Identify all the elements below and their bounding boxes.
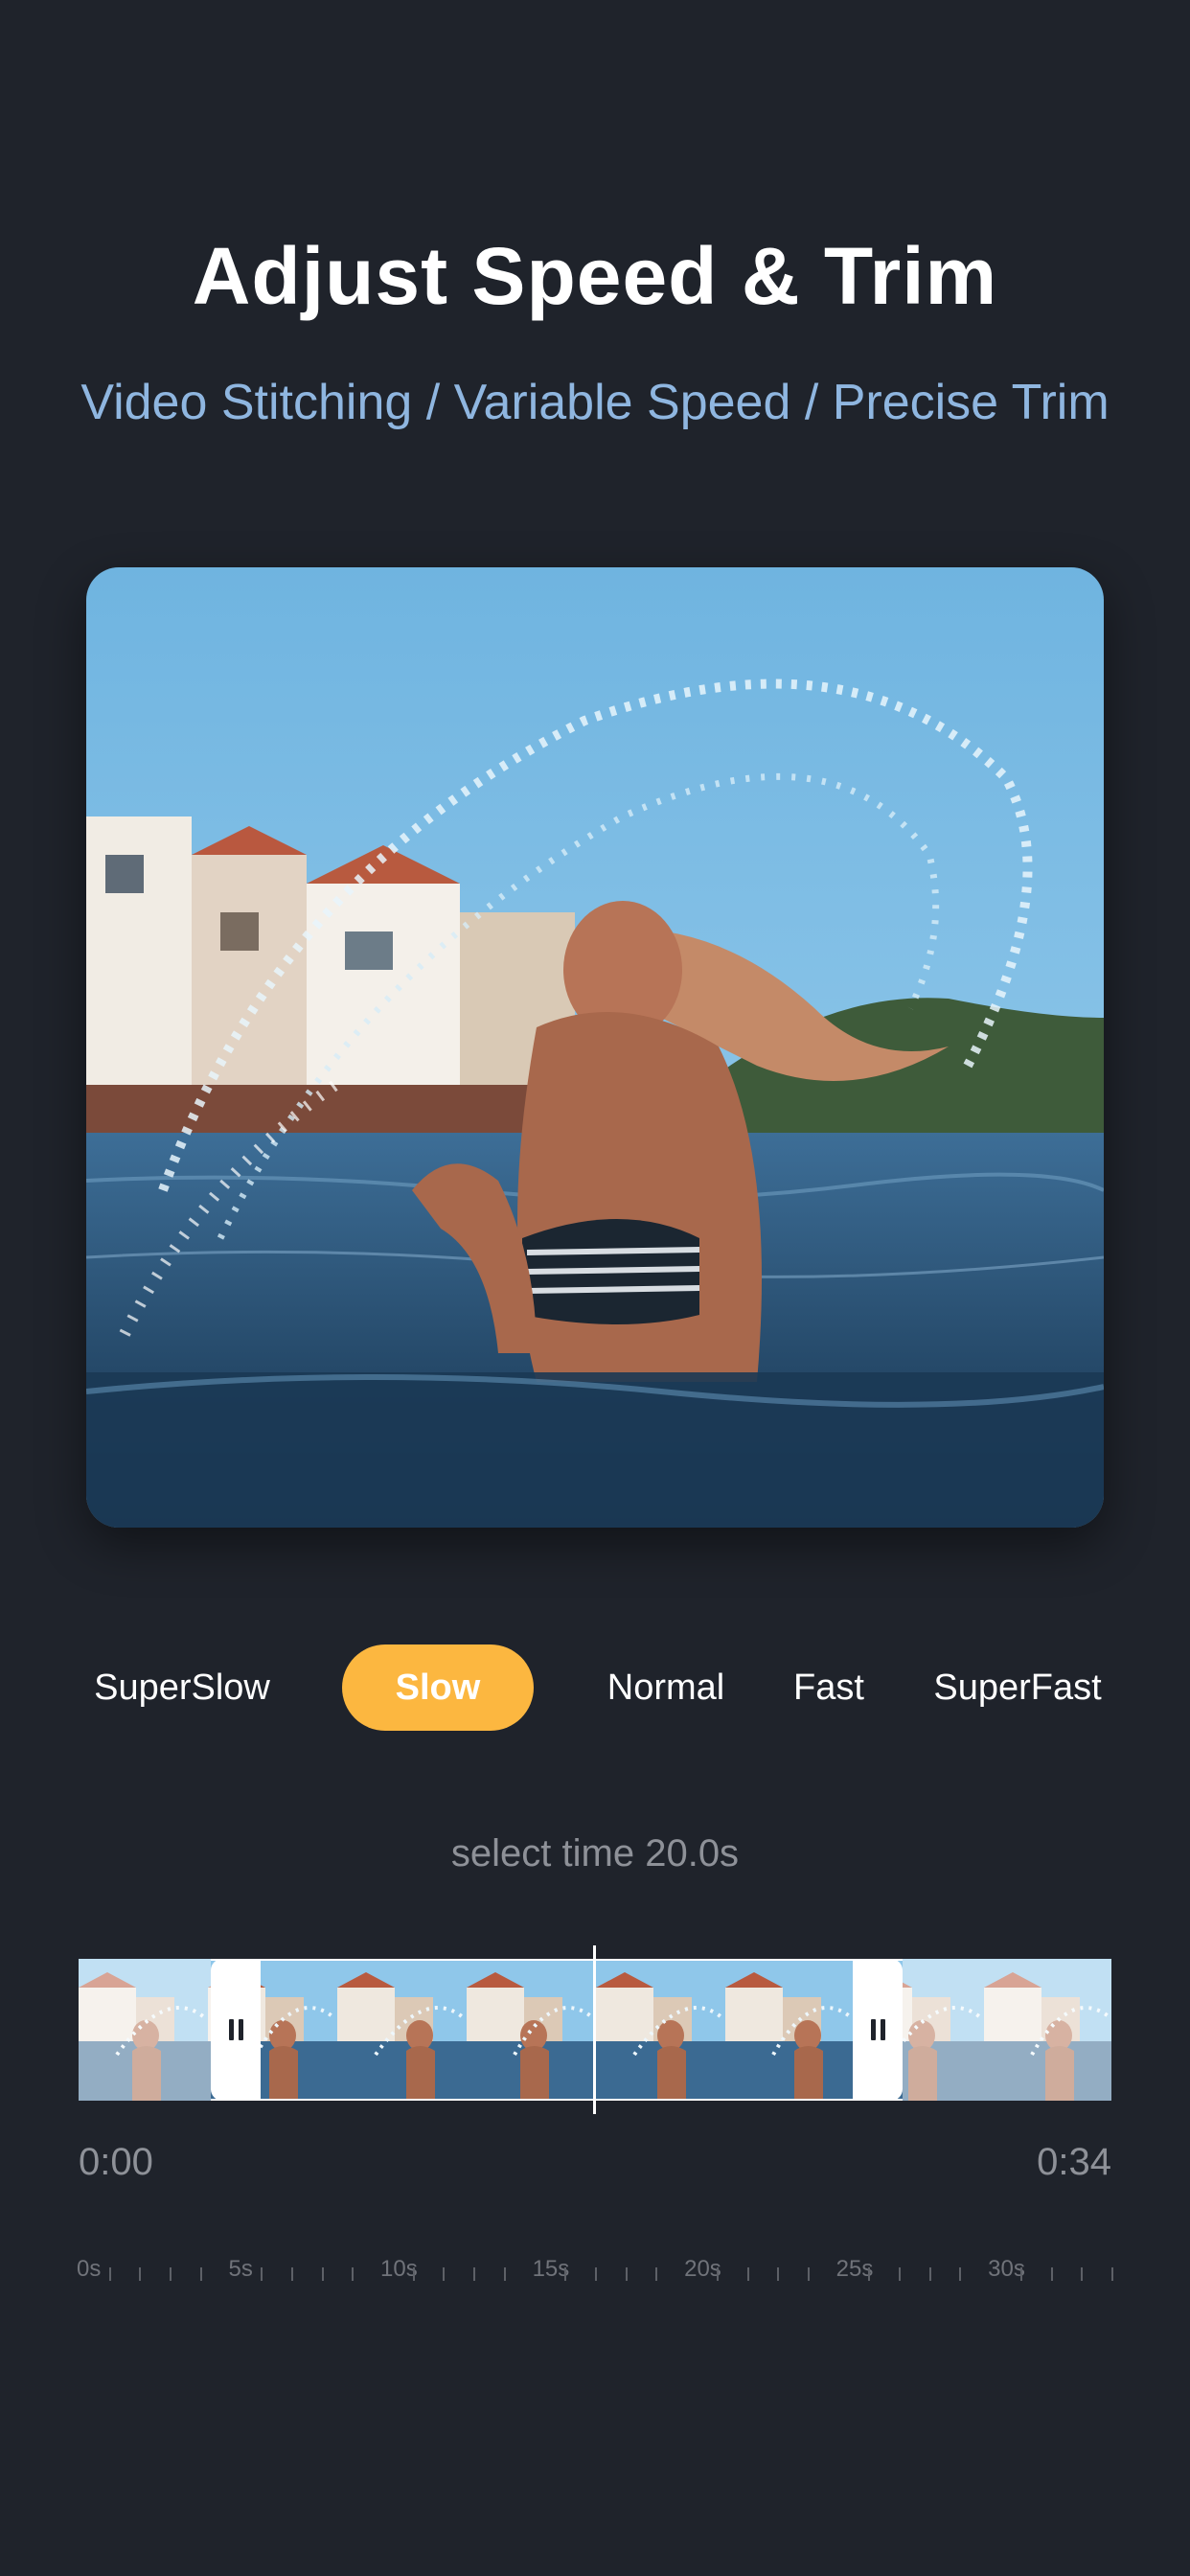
ruler-tick (595, 2267, 597, 2281)
video-preview[interactable] (86, 567, 1104, 1528)
ruler-tick (199, 2267, 202, 2281)
speed-option-superfast[interactable]: SuperFast (922, 1644, 1113, 1731)
ruler-tick (1081, 2267, 1084, 2281)
ruler-tick (959, 2267, 962, 2281)
start-time: 0:00 (79, 2141, 153, 2183)
ruler-tick (412, 2267, 415, 2281)
ruler-tick (655, 2267, 658, 2281)
ruler-label: 0s (77, 2256, 102, 2282)
ruler-tick (807, 2267, 810, 2281)
ruler-tick (290, 2267, 293, 2281)
ruler-label: 5s (228, 2256, 253, 2282)
preview-image (86, 567, 1104, 1528)
ruler-tick (261, 2267, 263, 2281)
ruler-tick (170, 2267, 172, 2281)
ruler-tick (777, 2267, 780, 2281)
speed-option-superslow[interactable]: SuperSlow (86, 1644, 278, 1731)
trimmed-left-overlay (79, 1959, 211, 2101)
trim-end-handle[interactable] (853, 1959, 903, 2101)
selected-duration: select time 20.0s (450, 1832, 740, 1874)
ruler-tick (625, 2267, 628, 2281)
speed-option-normal[interactable]: Normal (594, 1644, 738, 1731)
grip-icon (228, 2019, 243, 2040)
ruler-tick (108, 2267, 111, 2281)
page-subtitle: Video Stitching / Variable Speed / Preci… (80, 375, 1110, 430)
ruler-tick (321, 2267, 324, 2281)
ruler-tick (899, 2267, 902, 2281)
ruler-tick (1050, 2267, 1053, 2281)
ruler-tick (716, 2267, 719, 2281)
ruler-tick (352, 2267, 355, 2281)
end-time: 0:34 (1037, 2141, 1111, 2183)
page-title: Adjust Speed & Trim (192, 231, 998, 321)
grip-icon (870, 2019, 885, 2040)
ruler-tick (564, 2267, 567, 2281)
screen: Adjust Speed & Trim Video Stitching / Va… (0, 0, 1190, 2576)
trimmed-right-overlay (903, 1959, 1111, 2101)
speed-option-fast[interactable]: Fast (776, 1644, 881, 1731)
selection-frame (211, 1959, 903, 2101)
trim-timeline[interactable] (79, 1945, 1111, 2114)
ruler-tick (868, 2267, 871, 2281)
speed-option-slow[interactable]: Slow (342, 1644, 534, 1731)
playhead[interactable] (593, 1945, 596, 2114)
ruler-tick (1111, 2267, 1113, 2281)
ruler-tick (1019, 2267, 1022, 2281)
ruler-tick (139, 2267, 142, 2281)
trim-start-handle[interactable] (211, 1959, 261, 2101)
time-ruler: 0s 5s 10s 15s 20s 25s 30s (77, 2256, 1113, 2294)
ruler-tick (443, 2267, 446, 2281)
ruler-tick (746, 2267, 749, 2281)
ruler-tick (473, 2267, 476, 2281)
ruler-tick (928, 2267, 931, 2281)
speed-selector: SuperSlow Slow Normal Fast SuperFast (0, 1644, 1190, 1731)
ruler-tick (503, 2267, 506, 2281)
